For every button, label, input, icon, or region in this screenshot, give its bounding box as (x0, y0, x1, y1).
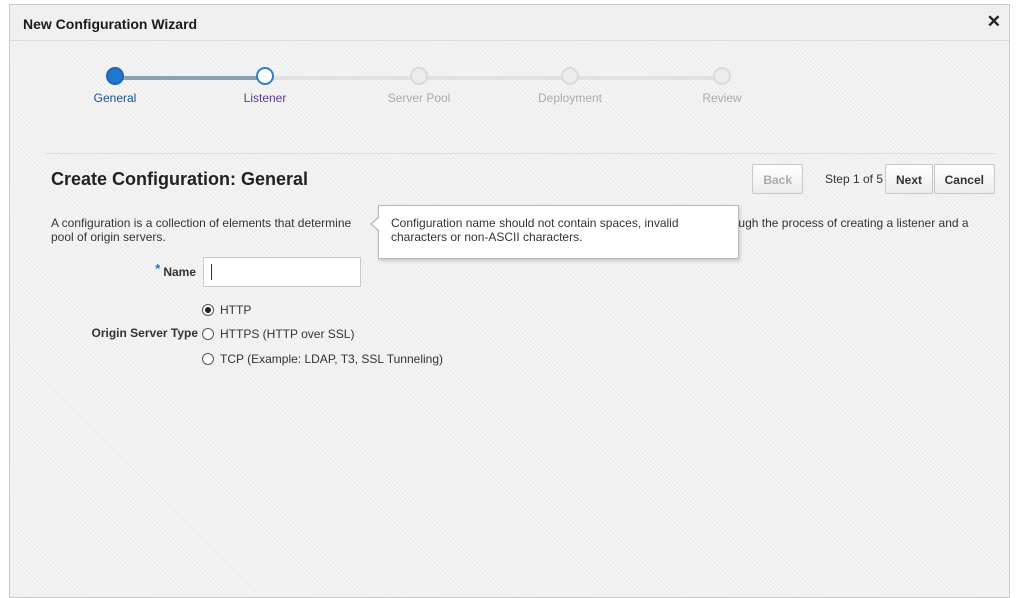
name-hint-tooltip: Configuration name should not contain sp… (370, 205, 739, 259)
radio-tcp-label[interactable]: TCP (Example: LDAP, T3, SSL Tunneling) (220, 352, 443, 366)
name-input[interactable] (203, 257, 361, 287)
radio-unchecked-icon[interactable] (202, 353, 214, 365)
name-label-text: Name (163, 265, 196, 279)
radio-unchecked-icon[interactable] (202, 328, 214, 340)
radio-http-label[interactable]: HTTP (220, 303, 251, 317)
step-node-review (713, 67, 731, 85)
step-indicator: Step 1 of 5 (824, 172, 883, 186)
step-node-deployment (561, 67, 579, 85)
section-divider (46, 153, 995, 154)
radio-https[interactable]: HTTPS (HTTP over SSL) (202, 325, 354, 343)
wizard-toolbar: Back Step 1 of 5 Next Cancel (745, 164, 995, 196)
page-title: Create Configuration: General (51, 169, 309, 189)
tooltip-text: Configuration name should not contain sp… (391, 216, 679, 244)
step-node-listener[interactable] (256, 67, 274, 85)
train-remaining-line (262, 76, 726, 80)
step-label-general[interactable]: General (55, 91, 175, 105)
close-icon[interactable]: ✕ (987, 12, 1001, 32)
radio-checked-icon[interactable] (202, 304, 214, 316)
radio-https-label[interactable]: HTTPS (HTTP over SSL) (220, 327, 354, 341)
radio-http[interactable]: HTTP (202, 301, 251, 319)
step-label-listener[interactable]: Listener (205, 91, 325, 105)
back-button[interactable]: Back (752, 164, 803, 194)
origin-server-type-label: Origin Server Type (91, 326, 198, 340)
wizard-train: General Listener Server Pool Deployment … (10, 65, 1009, 125)
radio-tcp[interactable]: TCP (Example: LDAP, T3, SSL Tunneling) (202, 350, 443, 368)
tooltip-pointer (370, 216, 380, 232)
wizard-dialog: New Configuration Wizard ✕ General Liste… (9, 4, 1010, 598)
step-label-deployment: Deployment (537, 91, 603, 105)
step-label-server-pool: Server Pool (387, 91, 451, 105)
train-progress-line (114, 76, 262, 80)
step-label-review: Review (702, 91, 742, 105)
dialog-title: New Configuration Wizard (23, 16, 198, 32)
step-node-general[interactable] (106, 67, 124, 85)
dialog-titlebar: New Configuration Wizard ✕ (10, 5, 1009, 41)
next-button[interactable]: Next (884, 164, 933, 194)
cancel-button[interactable]: Cancel (933, 164, 995, 194)
step-node-server-pool (410, 67, 428, 85)
required-indicator: * (155, 261, 161, 276)
name-label: * Name (110, 261, 196, 279)
text-cursor (211, 264, 212, 280)
